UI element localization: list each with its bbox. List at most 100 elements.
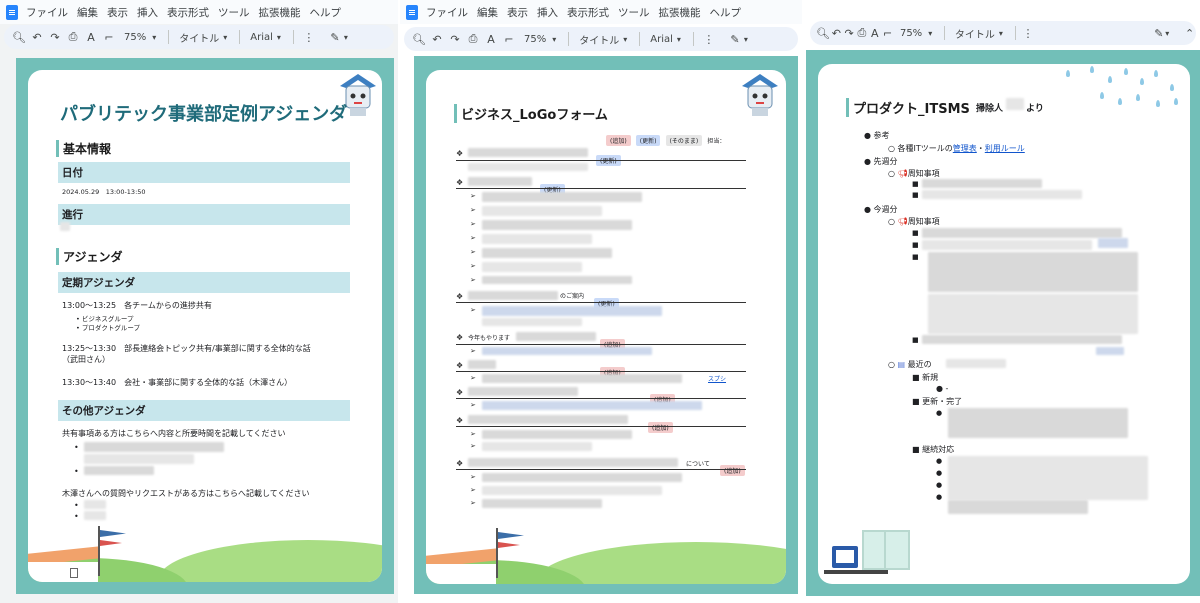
print-icon[interactable]: ⎙ bbox=[856, 26, 869, 40]
print-icon[interactable]: ⎙ bbox=[64, 30, 82, 44]
window-panel-3: 🔍︎ ↶ ↷ ⎙ A ⌐ 75% ▾ タイトル ▾ ⋮ ✎ ▾ ⌃ プロダクト_… bbox=[806, 0, 1200, 603]
style-select[interactable]: タイトル bbox=[179, 30, 219, 45]
redo-icon[interactable]: ↷ bbox=[46, 31, 64, 44]
page-title: プロダクト_ITSMS bbox=[846, 98, 970, 117]
redo-icon[interactable]: ↷ bbox=[446, 33, 464, 46]
agenda-item-1: 13:00〜13:25 各チームからの進捗共有 bbox=[62, 301, 212, 310]
redacted-text bbox=[482, 306, 662, 316]
redacted-text bbox=[948, 408, 1128, 438]
list-item: ● 先週分 bbox=[864, 157, 898, 166]
edit-mode-icon[interactable]: ✎ bbox=[1152, 27, 1165, 40]
redacted-text bbox=[922, 179, 1042, 188]
redacted-text bbox=[516, 332, 596, 341]
style-select[interactable]: タイトル bbox=[955, 26, 995, 41]
search-icon[interactable]: 🔍︎ bbox=[10, 31, 28, 44]
menu-help[interactable]: ヘルプ bbox=[310, 5, 342, 20]
docs-icon[interactable] bbox=[6, 4, 18, 20]
divider-line bbox=[456, 469, 746, 470]
menu-extensions[interactable]: 拡張機能 bbox=[659, 5, 701, 20]
menu-edit[interactable]: 編集 bbox=[77, 5, 98, 20]
redacted-text bbox=[922, 228, 1122, 238]
arrow-bullet-icon: ➢ bbox=[470, 192, 476, 200]
print-icon[interactable]: ⎙ bbox=[464, 32, 482, 46]
menu-tools[interactable]: ツール bbox=[218, 5, 250, 20]
raindrop-decoration bbox=[1170, 84, 1174, 91]
raindrop-decoration bbox=[1136, 94, 1140, 101]
window-frame-decoration bbox=[884, 530, 886, 570]
list-bullet: ● bbox=[936, 409, 943, 417]
spellcheck-icon[interactable]: A bbox=[868, 27, 881, 40]
menu-insert[interactable]: 挿入 bbox=[137, 5, 158, 20]
menu-tools[interactable]: ツール bbox=[618, 5, 650, 20]
document-page[interactable]: パブリテック事業部定例アジェンダ 基本情報 日付 2024.05.29 13:0… bbox=[28, 70, 382, 582]
zoom-select[interactable]: 75% bbox=[124, 32, 146, 43]
arrow-bullet-icon: ➢ bbox=[470, 442, 476, 450]
menu-format[interactable]: 表示形式 bbox=[167, 5, 209, 20]
paint-format-icon[interactable]: ⌐ bbox=[500, 33, 518, 46]
menu-format[interactable]: 表示形式 bbox=[567, 5, 609, 20]
agenda-item-3: 13:30〜13:40 会社・事業部に関する全体的な話（木澤さん） bbox=[62, 378, 293, 387]
chevron-down-icon[interactable]: ▾ bbox=[277, 33, 281, 42]
menu-insert[interactable]: 挿入 bbox=[537, 5, 558, 20]
document-page[interactable]: プロダクト_ITSMS 掃除人 より ● 参考 ○ 各種ITツールの管理表・利用… bbox=[818, 64, 1190, 584]
house-decoration bbox=[426, 564, 496, 584]
divider bbox=[168, 30, 170, 44]
chevron-down-icon[interactable]: ▾ bbox=[677, 35, 681, 44]
collapse-icon[interactable]: ⌃ bbox=[1183, 27, 1196, 40]
menu-file[interactable]: ファイル bbox=[426, 5, 468, 20]
paint-format-icon[interactable]: ⌐ bbox=[100, 31, 118, 44]
redacted-text bbox=[482, 401, 702, 410]
font-select[interactable]: Arial bbox=[250, 32, 273, 43]
pole-decoration bbox=[98, 526, 100, 576]
zoom-select[interactable]: 75% bbox=[524, 34, 546, 45]
chevron-down-icon[interactable]: ▾ bbox=[152, 33, 156, 42]
chevron-down-icon[interactable]: ▾ bbox=[999, 29, 1003, 38]
paint-format-icon[interactable]: ⌐ bbox=[881, 27, 894, 40]
more-icon[interactable]: ⋮ bbox=[1022, 27, 1035, 40]
chevron-down-icon[interactable]: ▾ bbox=[552, 35, 556, 44]
spellcheck-icon[interactable]: A bbox=[82, 31, 100, 44]
redacted-text bbox=[1096, 347, 1124, 355]
docs-icon[interactable] bbox=[406, 4, 418, 20]
style-select[interactable]: タイトル bbox=[579, 32, 619, 47]
menu-extensions[interactable]: 拡張機能 bbox=[259, 5, 301, 20]
tag-add: (追加) bbox=[720, 458, 745, 477]
undo-icon[interactable]: ↶ bbox=[830, 27, 843, 40]
list-bullet: • bbox=[74, 512, 79, 521]
redo-icon[interactable]: ↷ bbox=[843, 27, 856, 40]
chevron-down-icon[interactable]: ▾ bbox=[1165, 29, 1169, 38]
document-page[interactable]: ビジネス_LoGoフォーム (追加) (更新) (そのまま) 担当： ❖ (更新… bbox=[426, 70, 786, 584]
search-icon[interactable]: 🔍︎ bbox=[816, 27, 830, 40]
chevron-down-icon[interactable]: ▾ bbox=[623, 35, 627, 44]
menu-edit[interactable]: 編集 bbox=[477, 5, 498, 20]
edit-mode-icon[interactable]: ✎ bbox=[326, 31, 344, 44]
undo-icon[interactable]: ↶ bbox=[28, 31, 46, 44]
chevron-down-icon[interactable]: ▾ bbox=[744, 35, 748, 44]
arrow-bullet-icon: ➢ bbox=[470, 473, 476, 481]
edit-mode-icon[interactable]: ✎ bbox=[726, 33, 744, 46]
toolbar: 🔍︎ ↶ ↷ ⎙ A ⌐ 75% ▾ タイトル ▾ ⋮ ✎ ▾ ⌃ bbox=[810, 21, 1196, 45]
redacted-text bbox=[482, 318, 582, 326]
chevron-down-icon[interactable]: ▾ bbox=[344, 33, 348, 42]
management-sheet-link[interactable]: 管理表 bbox=[953, 144, 977, 153]
redacted-text bbox=[468, 148, 588, 157]
chevron-down-icon[interactable]: ▾ bbox=[223, 33, 227, 42]
usage-rules-link[interactable]: 利用ルール bbox=[985, 144, 1025, 153]
undo-icon[interactable]: ↶ bbox=[428, 33, 446, 46]
redacted-text bbox=[482, 486, 662, 495]
more-icon[interactable]: ⋮ bbox=[700, 33, 718, 46]
row-this-year-text: 今年もやります bbox=[468, 335, 511, 342]
search-icon[interactable]: 🔍︎ bbox=[410, 33, 428, 46]
list-bullet: ■ bbox=[912, 336, 919, 344]
font-select[interactable]: Arial bbox=[650, 34, 673, 45]
menu-view[interactable]: 表示 bbox=[507, 5, 528, 20]
more-icon[interactable]: ⋮ bbox=[300, 31, 318, 44]
zoom-select[interactable]: 75% bbox=[900, 28, 922, 39]
spreadsheet-link[interactable]: スプシ bbox=[708, 374, 726, 383]
menu-help[interactable]: ヘルプ bbox=[710, 5, 742, 20]
menu-view[interactable]: 表示 bbox=[107, 5, 128, 20]
spellcheck-icon[interactable]: A bbox=[482, 33, 500, 46]
menu-file[interactable]: ファイル bbox=[26, 5, 68, 20]
chevron-down-icon[interactable]: ▾ bbox=[928, 29, 932, 38]
carp-streamer-decoration bbox=[100, 540, 122, 546]
